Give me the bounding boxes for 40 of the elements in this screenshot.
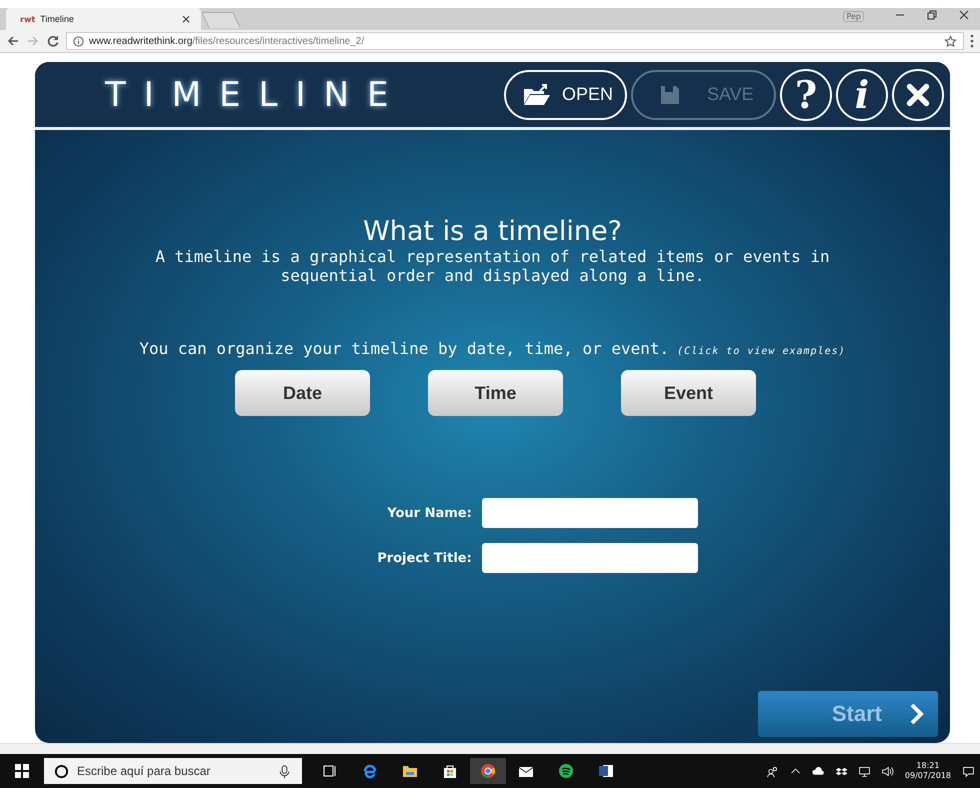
horizontal-scrollbar[interactable] — [0, 743, 980, 754]
example-type-button[interactable]: Time — [428, 370, 563, 416]
browser-tab[interactable]: rwt Timeline × — [6, 8, 201, 30]
chevron-right-icon — [908, 702, 924, 726]
cortana-circle-icon — [54, 764, 69, 778]
field-label: Your Name: — [386, 506, 472, 520]
open-button[interactable]: OPEN — [504, 70, 627, 120]
field-label: Project Title: — [377, 550, 472, 566]
profile-button[interactable]: Pep — [843, 11, 864, 22]
close-button[interactable] — [892, 68, 944, 120]
chrome-icon — [480, 763, 496, 779]
address-bar[interactable]: www.readwritethink.org/files/resources/interactives/timeline_2/ — [66, 32, 964, 50]
reload-icon[interactable] — [46, 34, 60, 48]
info-button[interactable]: i — [836, 68, 888, 120]
chrome-taskbar-button[interactable] — [470, 758, 506, 784]
app-logo: TIMELINE — [105, 74, 406, 114]
menu-icon[interactable] — [970, 34, 974, 48]
clock-time[interactable]: 18:21 — [916, 761, 940, 771]
close-icon[interactable] — [958, 9, 970, 21]
hint-text: (Click to view examples) — [677, 346, 846, 357]
input-field[interactable] — [482, 498, 698, 528]
clock-date[interactable]: 09/07/2018 — [904, 771, 951, 781]
info-icon — [73, 36, 84, 46]
microphone-icon[interactable] — [277, 764, 292, 778]
taskbar-search-field[interactable]: Escribe aquí para buscar — [44, 758, 302, 784]
heading: What is a timeline? — [363, 216, 622, 247]
input-field[interactable] — [482, 543, 698, 573]
organize-text: You can organize your timeline by date, time, or event. — [139, 339, 670, 358]
restore-icon[interactable] — [926, 9, 938, 21]
bookmark-star-icon[interactable] — [944, 34, 957, 48]
help-button[interactable]: ? — [780, 68, 832, 120]
url-text: www.readwritethink.org/files/resources/interactives/timeline_2/ — [89, 36, 364, 46]
definition-text: A timeline is a graphical representation of related items or events in sequential order and displayed along a line. — [154, 247, 831, 285]
folder-icon — [522, 82, 552, 106]
example-type-button[interactable]: Event — [621, 370, 756, 416]
tab-close-button[interactable]: × — [180, 12, 191, 26]
back-icon[interactable] — [6, 34, 20, 48]
tab-title: Timeline — [40, 14, 74, 24]
site-favicon: rwt — [20, 14, 36, 24]
example-type-button[interactable]: Date — [235, 370, 370, 416]
